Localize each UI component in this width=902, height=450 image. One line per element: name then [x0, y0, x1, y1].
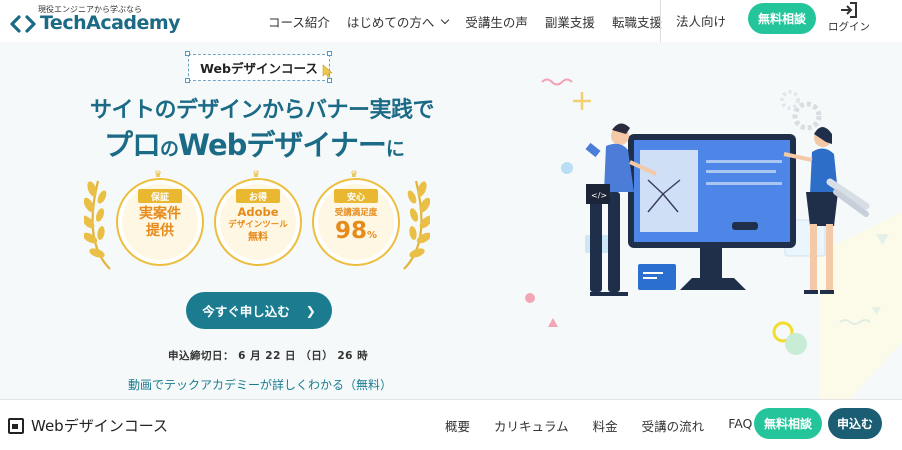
video-link[interactable]: 動画でテックアカデミーが詳しくわかる（無料） [128, 376, 392, 393]
handle-dot [327, 78, 332, 83]
course-subnav: Webデザインコース 概要 カリキュラム 料金 受講の流れ FAQ 無料相談 申… [0, 399, 902, 450]
handle-dot [185, 78, 190, 83]
hero-title-line1: サイトのデザインからバナー実践で [90, 98, 435, 123]
course-tag: Webデザインコース [188, 54, 330, 81]
crown-icon: ♛ [350, 170, 359, 180]
badge-satisfaction: ♛ 安心 受講満足度 98% [312, 170, 400, 266]
designers-illustration: </> [525, 78, 902, 399]
badge-line: Adobe [237, 205, 279, 219]
chevron-right-icon: ❯ [305, 303, 316, 318]
badge-ribbon: 保証 [138, 189, 182, 203]
handle-dot [327, 51, 332, 56]
badge-line: デザインツール [228, 220, 288, 230]
laurel-left-icon [84, 180, 111, 270]
course-icon [8, 417, 24, 434]
subnav-links: 概要 カリキュラム 料金 受講の流れ FAQ [445, 416, 776, 435]
badge-inner: お得 Adobe デザインツール 無料 [220, 184, 296, 260]
hero-title-part: に [385, 138, 405, 160]
apply-now-button[interactable]: 今すぐ申し込む ❯ [186, 292, 332, 329]
badge-inner: 安心 受講満足度 98% [318, 184, 394, 260]
subnav-apply-button[interactable]: 申込む [828, 408, 882, 439]
crown-icon: ♛ [154, 170, 163, 180]
application-deadline: 申込締切日： 6 月 22 日 （日） 26 時 [168, 350, 369, 362]
badge-ribbon: 安心 [334, 189, 378, 203]
badge-line: 実案件 [139, 206, 181, 222]
satisfaction-unit: % [366, 230, 378, 241]
hero-title-part: の [160, 138, 179, 160]
cursor-icon [322, 64, 333, 78]
subnav-overview[interactable]: 概要 [445, 416, 470, 435]
badge-real-project: ♛ 保証 実案件 提供 [116, 170, 204, 266]
subnav-flow[interactable]: 受講の流れ [642, 416, 705, 435]
subnav-curriculum[interactable]: カリキュラム [494, 416, 569, 435]
chevron-down-icon [441, 15, 450, 24]
nav-side-job[interactable]: 副業支援 [545, 12, 595, 31]
login-button[interactable]: ログイン [826, 0, 872, 40]
satisfaction-number: 98 [334, 218, 367, 244]
nav-career[interactable]: 転職支援 [612, 12, 662, 31]
hero-title-line2: プロのWebデザイナーに [104, 122, 405, 164]
badge-adobe: ♛ お得 Adobe デザインツール 無料 [214, 170, 302, 266]
logo-text: TechAcademy [40, 12, 181, 34]
badge-line: 提供 [146, 223, 174, 239]
subnav-price[interactable]: 料金 [593, 416, 618, 435]
subnav-faq[interactable]: FAQ [728, 416, 752, 435]
nav-corporate[interactable]: 法人向け [676, 11, 726, 30]
hero-section: Webデザインコース サイトのデザインからバナー実践で プロのWebデザイナーに [0, 42, 902, 399]
main-nav: コース紹介 はじめての方へ 受講生の声 副業支援 転職支援 [268, 0, 679, 42]
svg-text:</>: </> [591, 191, 607, 200]
subnav-free-consult-button[interactable]: 無料相談 [754, 408, 822, 439]
badge-inner: 保証 実案件 提供 [122, 184, 198, 260]
handle-dot [185, 51, 190, 56]
course-subnav-label: Webデザインコース [31, 417, 168, 435]
crown-icon: ♛ [252, 170, 261, 180]
laurel-right-icon [403, 180, 430, 270]
free-consult-button[interactable]: 無料相談 [748, 3, 816, 34]
hero-title-part: Webデザイナー [178, 128, 387, 162]
nav-course[interactable]: コース紹介 [268, 12, 330, 31]
code-brackets-icon [10, 15, 36, 33]
satisfaction-value: 98% [335, 219, 377, 248]
apply-now-label: 今すぐ申し込む [202, 304, 290, 319]
badge-line: 無料 [248, 232, 268, 243]
site-header: 現役エンジニアから学ぶなら TechAcademy コース紹介 はじめての方へ … [0, 0, 902, 42]
hero-title-part: プロ [104, 128, 161, 162]
nav-beginners-label: はじめての方へ [346, 14, 435, 30]
badge-ribbon: お得 [236, 189, 280, 203]
login-label: ログイン [828, 21, 870, 33]
course-subnav-title: Webデザインコース [8, 415, 168, 436]
nav-testimonials[interactable]: 受講生の声 [465, 12, 528, 31]
nav-beginners[interactable]: はじめての方へ [346, 12, 450, 31]
login-icon [841, 2, 857, 18]
techacademy-logo[interactable]: 現役エンジニアから学ぶなら TechAcademy [6, 2, 181, 38]
nav-divider [660, 0, 661, 42]
course-tag-label: Webデザインコース [200, 61, 318, 76]
